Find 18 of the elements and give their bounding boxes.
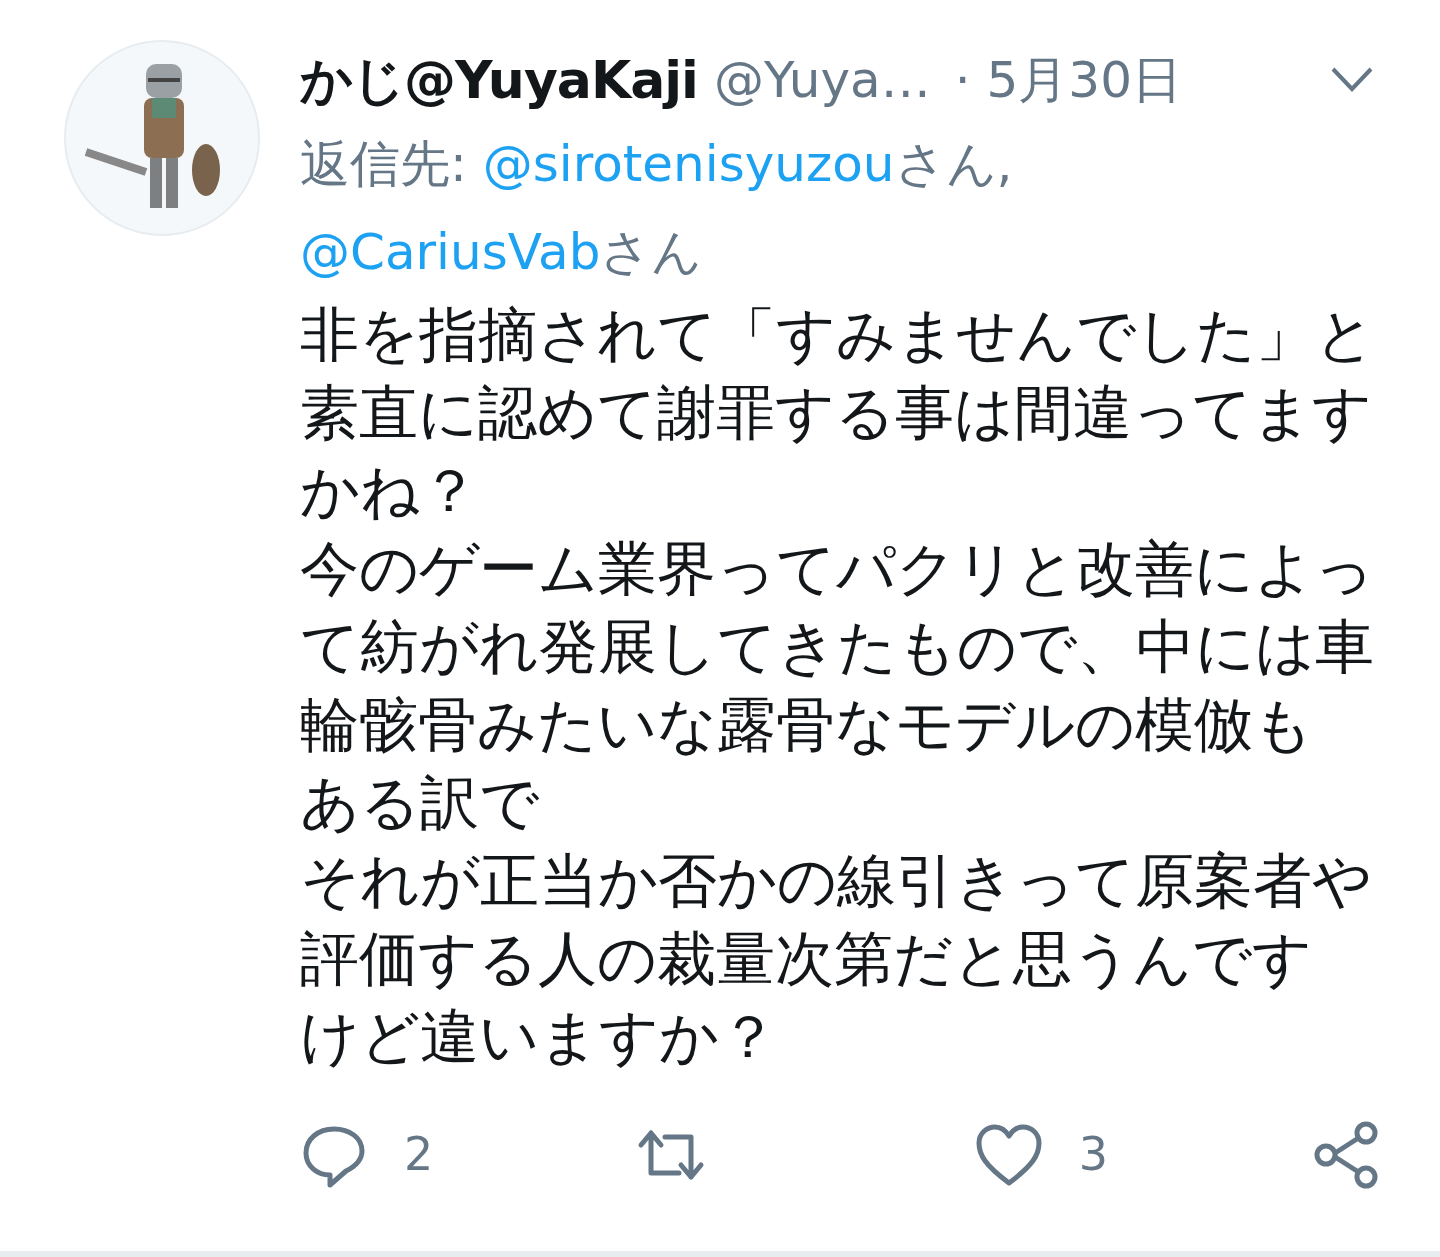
author-handle: @Yuya… — [713, 50, 931, 111]
reply-button[interactable]: 2 — [300, 1120, 560, 1189]
tweet-text: ある訳で — [300, 767, 540, 839]
mention-link[interactable]: @sirotenisyuzou — [482, 135, 895, 193]
separator-dot: · — [954, 50, 971, 111]
share-button[interactable] — [1312, 1120, 1380, 1189]
count-label: 3 — [1078, 1126, 1108, 1183]
mention-link[interactable]: @CariusVab — [300, 223, 601, 281]
reply-to-line: 返信先: @sirotenisyuzou さん, @CariusVabさん — [300, 134, 1014, 283]
like-button[interactable]: 3 — [974, 1120, 1235, 1189]
tweet-text: けど違いますか？ — [300, 1001, 779, 1073]
tweet-date[interactable]: 5月30日 — [986, 40, 1182, 120]
count-label: 2 — [404, 1126, 434, 1183]
tweet-text: 今のゲーム業界ってパクリと改善によって紡がれ発展してきたもので、中には車輪骸骨みたいな露骨なモデルの模倣も — [300, 533, 1375, 761]
tweet-text: それが正当か否かの線引きって原案者や評価する人の裁量次第だと思うんです — [300, 845, 1373, 995]
tweet-text: 非を指摘されて「すみませんでした」と素直に認めて謝罪する事は間違ってますかね？ — [300, 299, 1375, 527]
share-icon — [1312, 1120, 1380, 1189]
author-name[interactable]: かじ@YuyaKaji — [300, 40, 698, 120]
